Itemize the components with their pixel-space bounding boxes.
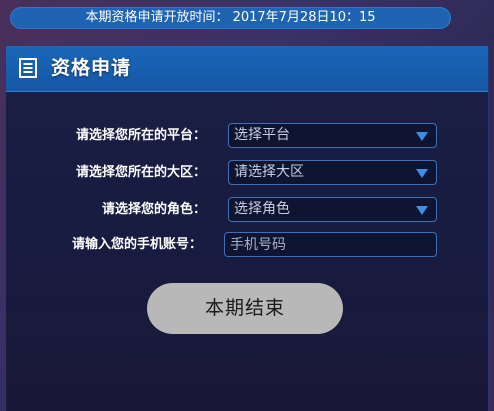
- role-row: 请选择您的角色： 选择角色: [6, 197, 488, 222]
- region-select[interactable]: 请选择大区: [228, 160, 437, 185]
- phone-label: 请输入您的手机账号：: [71, 237, 202, 252]
- platform-select[interactable]: 选择平台: [228, 123, 437, 148]
- role-select[interactable]: 选择角色: [228, 197, 437, 222]
- platform-row: 请选择您所在的平台： 选择平台: [6, 123, 488, 148]
- chevron-down-icon: [416, 206, 428, 215]
- phone-row: 请输入您的手机账号：: [6, 232, 488, 257]
- panel-title: 资格申请: [51, 57, 132, 79]
- role-label: 请选择您的角色：: [101, 202, 206, 217]
- chevron-down-icon: [416, 169, 428, 178]
- chevron-down-icon: [416, 132, 428, 141]
- qualification-panel: 资格申请 请选择您所在的平台： 选择平台 请选择您所在的大区： 请选择大区 请选…: [5, 46, 489, 411]
- document-icon: [19, 58, 37, 78]
- open-time-banner: 本期资格申请开放时间： 2017年7月28日10：15: [10, 7, 451, 29]
- period-ended-button[interactable]: 本期结束: [147, 283, 343, 334]
- region-label: 请选择您所在的大区：: [75, 165, 206, 180]
- panel-header: 资格申请: [6, 46, 488, 92]
- role-select-value: 选择角色: [234, 201, 290, 217]
- platform-select-value: 选择平台: [234, 127, 290, 143]
- region-row: 请选择您所在的大区： 请选择大区: [6, 160, 488, 185]
- region-select-value: 请选择大区: [234, 164, 304, 180]
- platform-label: 请选择您所在的平台：: [75, 128, 206, 143]
- phone-input[interactable]: [224, 232, 437, 257]
